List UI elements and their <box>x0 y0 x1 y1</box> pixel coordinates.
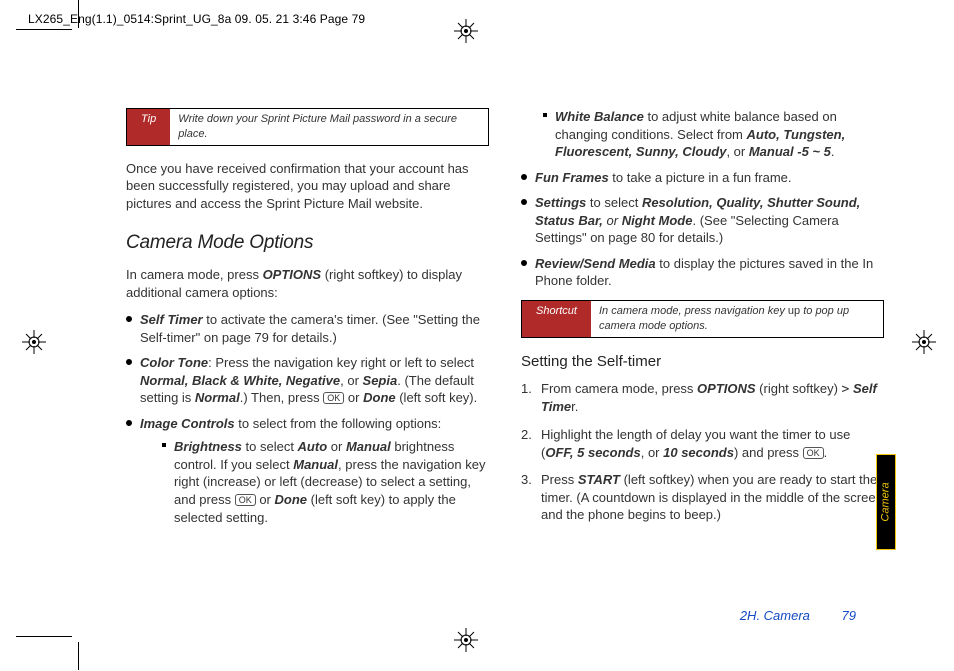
key-name: up <box>788 305 800 317</box>
shortcut-label: Shortcut <box>522 301 591 337</box>
text: Press <box>541 472 578 487</box>
registration-icon <box>454 19 478 43</box>
list-item: Settings to select Resolution, Quality, … <box>521 194 884 247</box>
left-column: Tip Write down your Sprint Picture Mail … <box>126 108 489 621</box>
section-heading: Camera Mode Options <box>126 230 489 256</box>
sub-list: Brightness to select Auto or Manual brig… <box>162 438 489 526</box>
option-name: Image Controls <box>140 416 235 431</box>
intro-paragraph: Once you have received confirmation that… <box>126 160 489 213</box>
text: .) Then, press <box>240 390 324 405</box>
text: (right softkey) <box>756 381 842 396</box>
crop-mark <box>78 642 79 670</box>
text: , or <box>726 144 748 159</box>
option-value: Manual <box>293 457 338 472</box>
option-name: Review/Send Media <box>535 256 656 271</box>
text: (left soft key). <box>396 390 478 405</box>
text: In camera mode, press navigation key <box>599 305 788 317</box>
option-list: Self Timer to activate the camera's time… <box>126 311 489 526</box>
camera-intro: In camera mode, press OPTIONS (right sof… <box>126 266 489 301</box>
option-name: Self Timer <box>140 312 203 327</box>
options-key: OPTIONS <box>263 267 322 282</box>
sub-list-continued: White Balance to adjust white balance ba… <box>543 108 884 161</box>
option-list-continued: Fun Frames to take a picture in a fun fr… <box>521 169 884 290</box>
text: In camera mode, press <box>126 267 263 282</box>
ok-key-icon: OK <box>323 392 344 404</box>
options-key: OPTIONS <box>697 381 756 396</box>
tip-callout: Tip Write down your Sprint Picture Mail … <box>126 108 489 146</box>
list-item: White Balance to adjust white balance ba… <box>543 108 884 161</box>
text: , or <box>340 373 362 388</box>
section-thumb-tab: Camera <box>876 454 896 550</box>
text: . <box>831 144 835 159</box>
list-item: From camera mode, press OPTIONS (right s… <box>521 380 884 416</box>
list-item: Self Timer to activate the camera's time… <box>126 311 489 346</box>
footer-section: 2H. Camera <box>740 608 810 623</box>
text: From camera mode, press <box>541 381 697 396</box>
shortcut-body: In camera mode, press navigation key up … <box>591 301 883 337</box>
text: r. <box>571 399 578 414</box>
tip-label: Tip <box>127 109 170 145</box>
list-item: Color Tone: Press the navigation key rig… <box>126 354 489 407</box>
option-value: Sepia <box>363 373 398 388</box>
text: to select <box>242 439 298 454</box>
crop-mark <box>16 29 72 30</box>
tip-body: Write down your Sprint Picture Mail pass… <box>170 109 488 145</box>
list-item: Image Controls to select from the follow… <box>126 415 489 526</box>
registration-icon <box>22 330 46 354</box>
right-column: White Balance to adjust white balance ba… <box>521 108 884 621</box>
content-area: Tip Write down your Sprint Picture Mail … <box>126 108 884 621</box>
list-item: Review/Send Media to display the picture… <box>521 255 884 290</box>
list-item: Brightness to select Auto or Manual brig… <box>162 438 489 526</box>
option-value: Normal <box>195 390 240 405</box>
list-item: Press START (left softkey) when you are … <box>521 471 884 524</box>
page: LX265_Eng(1.1)_0514:Sprint_UG_8a 09. 05.… <box>0 0 954 671</box>
registration-icon <box>454 628 478 652</box>
text: to select <box>586 195 642 210</box>
text: or <box>603 213 622 228</box>
subsection-heading: Setting the Self-timer <box>521 352 884 372</box>
option-name: White Balance <box>555 109 644 124</box>
option-value: Manual <box>346 439 391 454</box>
text: , or <box>641 445 663 460</box>
text: or <box>327 439 346 454</box>
option-value: Manual -5 ~ 5 <box>749 144 831 159</box>
option-value: 10 seconds <box>663 445 734 460</box>
option-value: Auto <box>298 439 328 454</box>
option-value: Night Mode <box>622 213 693 228</box>
crop-mark <box>16 636 72 637</box>
text: to take a picture in a fun frame. <box>609 170 792 185</box>
text: ) and press <box>734 445 803 460</box>
ok-key-icon: OK <box>803 447 824 459</box>
option-name: Brightness <box>174 439 242 454</box>
option-name: Fun Frames <box>535 170 609 185</box>
steps-list: From camera mode, press OPTIONS (right s… <box>521 380 884 524</box>
thumb-tab-label: Camera <box>880 482 892 521</box>
text: to select from the following options: <box>235 416 442 431</box>
text: : Press the navigation key right or left… <box>208 355 474 370</box>
option-value: Normal, Black & White, Negative <box>140 373 340 388</box>
registration-icon <box>912 330 936 354</box>
softkey: Done <box>275 492 308 507</box>
option-name: Settings <box>535 195 586 210</box>
softkey: START <box>578 472 620 487</box>
text: . <box>824 445 828 460</box>
softkey: Done <box>363 390 396 405</box>
option-value: OFF, 5 seconds <box>545 445 640 460</box>
ok-key-icon: OK <box>235 494 256 506</box>
breadcrumb-arrow-icon: > <box>842 382 850 397</box>
option-name: Color Tone <box>140 355 208 370</box>
page-footer: 2H. Camera 79 <box>740 608 856 623</box>
list-item: Fun Frames to take a picture in a fun fr… <box>521 169 884 187</box>
text: or <box>344 390 363 405</box>
text: or <box>256 492 275 507</box>
shortcut-callout: Shortcut In camera mode, press navigatio… <box>521 300 884 338</box>
crop-mark <box>78 0 79 28</box>
page-number: 79 <box>842 608 856 623</box>
list-item: Highlight the length of delay you want t… <box>521 426 884 461</box>
